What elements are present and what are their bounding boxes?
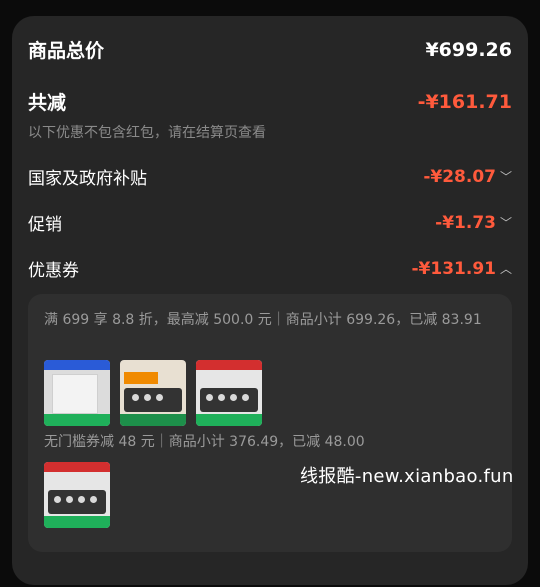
reduce-value: -¥161.71 — [417, 90, 512, 113]
price-detail-panel: 商品总价 ¥699.26 共减 -¥161.71 以下优惠不包含红包，请在结算页… — [12, 16, 528, 585]
total-value: ¥699.26 — [425, 38, 512, 61]
discount-label: 促销 — [28, 215, 62, 235]
discount-note: 以下优惠不包含红包，请在结算页查看 — [28, 125, 266, 141]
discount-row-promotion[interactable]: 促销 -¥1.73 ﹀ — [28, 210, 512, 236]
discount-value: -¥28.07 — [423, 166, 496, 187]
discount-value: -¥131.91 — [411, 258, 497, 279]
discount-label: 优惠券 — [28, 261, 79, 281]
discount-row-subsidy[interactable]: 国家及政府补贴 -¥28.07 ﹀ — [28, 164, 512, 190]
chevron-down-icon[interactable]: ﹀ — [500, 168, 512, 185]
coupon-product-thumbs — [44, 462, 110, 528]
product-thumbnail[interactable] — [44, 360, 110, 426]
product-thumbnail[interactable] — [120, 360, 186, 426]
coupon-product-thumbs — [44, 360, 262, 426]
coupon-rule-text: 无门槛券减 48 元｜商品小计 376.49，已减 48.00 — [44, 434, 365, 450]
total-row: 商品总价 ¥699.26 — [28, 36, 512, 63]
coupon-rule-text: 满 699 享 8.8 折，最高减 500.0 元｜商品小计 699.26，已减… — [44, 312, 482, 328]
product-thumbnail[interactable] — [44, 462, 110, 528]
reduce-label: 共减 — [28, 92, 67, 114]
total-label: 商品总价 — [28, 40, 105, 62]
chevron-down-icon[interactable]: ﹀ — [500, 214, 512, 231]
discount-row-coupon[interactable]: 优惠券 -¥131.91 ︿ — [28, 256, 512, 282]
discount-value: -¥1.73 — [435, 212, 496, 233]
watermark-text: 线报酷-new.xianbao.fun — [300, 466, 514, 487]
coupon-detail-box: 满 699 享 8.8 折，最高减 500.0 元｜商品小计 699.26，已减… — [28, 294, 512, 552]
chevron-up-icon[interactable]: ︿ — [500, 260, 512, 277]
discount-label: 国家及政府补贴 — [28, 169, 147, 189]
reduce-row: 共减 -¥161.71 — [28, 88, 512, 115]
product-thumbnail[interactable] — [196, 360, 262, 426]
